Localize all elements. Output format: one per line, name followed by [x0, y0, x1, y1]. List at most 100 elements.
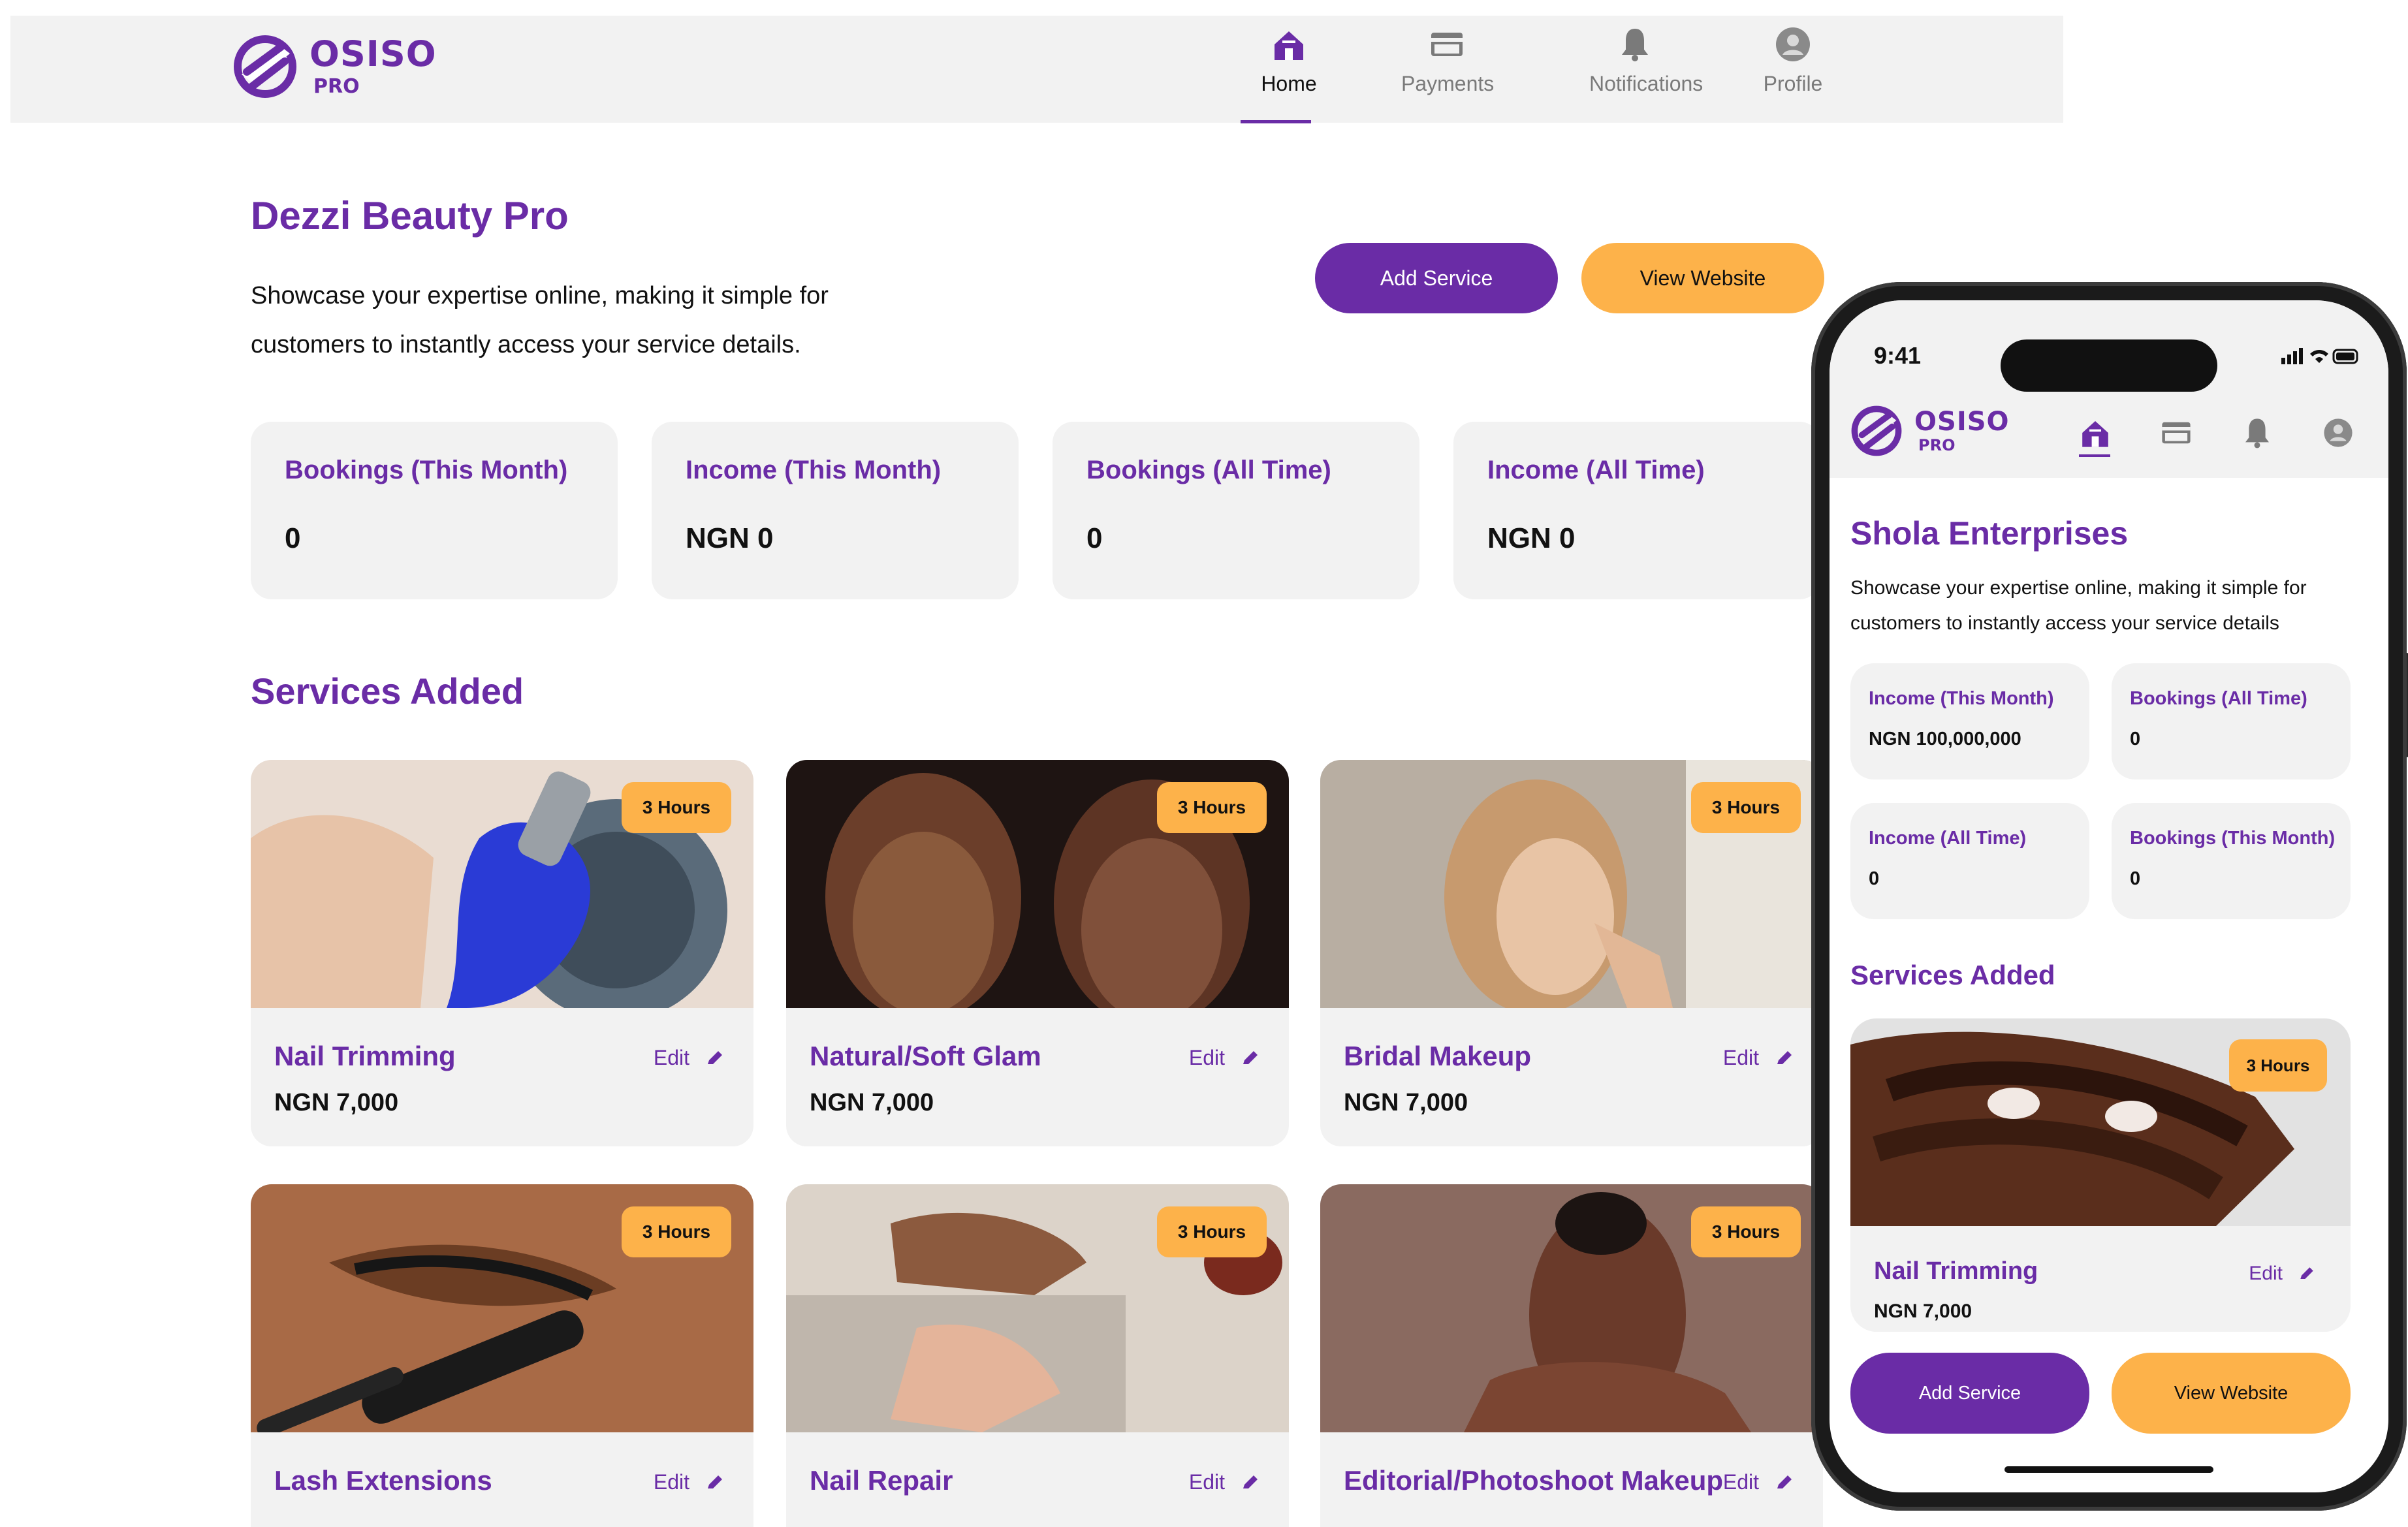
stat-value: NGN 0	[1487, 522, 1576, 554]
duration-badge: 3 Hours	[1691, 782, 1801, 833]
status-time: 9:41	[1874, 342, 1922, 369]
duration-badge: 3 Hours	[2229, 1039, 2327, 1092]
mobile-page-title: Shola Enterprises	[1850, 515, 2129, 552]
mobile-view-website-button[interactable]: View Website	[2112, 1353, 2351, 1434]
brand-name: OSISO	[1914, 407, 2010, 437]
osiso-logo-icon	[234, 35, 296, 98]
phone-frame: 9:41 OSISO PRO Shola Enterprises Showcas…	[1811, 282, 2407, 1511]
active-tab-indicator	[2079, 454, 2110, 457]
nav-home-label: Home	[1261, 72, 1317, 95]
service-name: Bridal Makeup	[1344, 1041, 1532, 1071]
edit-service-button[interactable]: Edit	[654, 1470, 726, 1494]
nav-profile[interactable]: Profile	[1747, 25, 1839, 96]
description-line: Showcase your expertise online, making i…	[251, 282, 829, 309]
pencil-icon	[708, 1475, 722, 1488]
nav-notifications-label: Notifications	[1589, 72, 1703, 95]
service-card[interactable]: 3 Hours Lash Extensions Edit	[251, 1184, 753, 1527]
stat-label: Bookings (All Time)	[2130, 688, 2307, 709]
service-card[interactable]: 3 Hours Nail Trimming NGN 7,000 Edit	[251, 760, 753, 1146]
pencil-icon	[1243, 1475, 1258, 1488]
stat-value: 0	[1869, 868, 1880, 889]
status-icons	[2281, 348, 2358, 364]
brand-logo[interactable]: OSISO PRO	[232, 34, 437, 99]
phone-screen: 9:41 OSISO PRO Shola Enterprises Showcas…	[1830, 300, 2388, 1492]
osiso-logo-icon	[1851, 405, 1902, 456]
duration-badge: 3 Hours	[1157, 782, 1267, 833]
mobile-stat-card: Income (This Month) NGN 100,000,000	[1850, 663, 2089, 779]
stat-label: Bookings (This Month)	[2130, 828, 2336, 849]
service-name: Editorial/Photoshoot Makeup	[1344, 1465, 1724, 1496]
home-indicator	[2004, 1466, 2213, 1473]
stat-value: 0	[1086, 522, 1103, 554]
edit-label: Edit	[1722, 1470, 1759, 1494]
service-price: NGN 7,000	[1874, 1300, 1972, 1322]
view-website-button[interactable]: View Website	[1581, 243, 1824, 313]
edit-service-button[interactable]: Edit	[1189, 1470, 1261, 1494]
service-card[interactable]: 3 Hours Editorial/Photoshoot Makeup Edit	[1320, 1184, 1823, 1527]
nav-notifications[interactable]: Notifications	[1589, 25, 1703, 96]
edit-label: Edit	[1188, 1470, 1225, 1494]
bell-icon[interactable]	[2240, 415, 2275, 450]
mobile-stat-card: Bookings (This Month) 0	[2112, 803, 2351, 919]
service-name: Nail Trimming	[274, 1041, 456, 1071]
service-name: Nail Repair	[810, 1465, 953, 1496]
nav-payments[interactable]: Payments	[1401, 25, 1495, 96]
brand-sub: PRO	[1918, 436, 1956, 454]
stat-value: 0	[2130, 729, 2141, 749]
duration-badge: 3 Hours	[622, 1206, 731, 1257]
stat-label: Income (This Month)	[1869, 688, 2054, 709]
service-card[interactable]: 3 Hours Natural/Soft Glam NGN 7,000 Edit	[786, 760, 1289, 1146]
edit-service-button[interactable]: Edit	[1189, 1046, 1261, 1070]
stat-card: Bookings (This Month) 0	[251, 422, 618, 599]
mobile-add-service-button[interactable]: Add Service	[1850, 1353, 2089, 1434]
edit-label: Edit	[653, 1046, 689, 1069]
duration-badge: 3 Hours	[1157, 1206, 1267, 1257]
page-title: Dezzi Beauty Pro	[251, 194, 569, 238]
stat-value: NGN 0	[686, 522, 774, 554]
mobile-brand-logo[interactable]: OSISO PRO	[1850, 405, 2010, 457]
duration-badge: 3 Hours	[1691, 1206, 1801, 1257]
brand-sub: PRO	[313, 75, 360, 98]
mobile-stat-card: Bookings (All Time) 0	[2112, 663, 2351, 779]
pencil-icon	[1777, 1050, 1792, 1064]
nav-profile-label: Profile	[1763, 72, 1823, 95]
pencil-icon	[1243, 1050, 1258, 1064]
home-icon[interactable]	[2078, 415, 2113, 450]
description-line: Showcase your expertise online, making i…	[1850, 577, 2307, 599]
stat-card: Income (This Month) NGN 0	[652, 422, 1019, 599]
stat-label: Income (All Time)	[1487, 456, 1705, 484]
edit-service-button[interactable]: Edit	[654, 1046, 726, 1070]
nav-payments-label: Payments	[1401, 72, 1495, 95]
edit-label: Edit	[1188, 1046, 1225, 1069]
pencil-icon	[2300, 1267, 2313, 1279]
service-price: NGN 7,000	[810, 1089, 934, 1116]
edit-service-button[interactable]: Edit	[1723, 1046, 1796, 1070]
dynamic-island	[2001, 339, 2217, 392]
description-line: customers to instantly access your servi…	[1850, 612, 2279, 634]
card-icon[interactable]	[2159, 415, 2194, 450]
stat-label: Income (This Month)	[686, 456, 942, 484]
add-service-button[interactable]: Add Service	[1315, 243, 1558, 313]
user-icon[interactable]	[2321, 415, 2356, 450]
stat-card: Bookings (All Time) 0	[1053, 422, 1419, 599]
stat-label: Bookings (This Month)	[285, 456, 568, 484]
edit-service-button[interactable]: Edit	[2249, 1263, 2317, 1285]
service-name: Natural/Soft Glam	[810, 1041, 1041, 1071]
service-card[interactable]: 3 Hours Nail Repair Edit	[786, 1184, 1289, 1527]
service-name: Lash Extensions	[274, 1465, 492, 1496]
pencil-icon	[708, 1050, 722, 1064]
mobile-page-description: Showcase your expertise online, making i…	[1850, 571, 2373, 641]
edit-label: Edit	[2249, 1263, 2283, 1284]
nav-home[interactable]: Home	[1241, 25, 1335, 123]
mobile-service-card[interactable]: 3 Hours Nail Trimming NGN 7,000 Edit	[1850, 1018, 2351, 1332]
description-line: customers to instantly access your servi…	[251, 331, 801, 358]
edit-label: Edit	[653, 1470, 689, 1494]
service-price: NGN 7,000	[1344, 1089, 1468, 1116]
services-section-title: Services Added	[251, 670, 524, 712]
service-card[interactable]: 3 Hours Bridal Makeup NGN 7,000 Edit	[1320, 760, 1823, 1146]
home-icon	[1275, 31, 1303, 60]
brand-name: OSISO	[309, 33, 437, 74]
stat-label: Bookings (All Time)	[1086, 456, 1331, 484]
edit-service-button[interactable]: Edit	[1723, 1470, 1796, 1494]
stat-card: Income (All Time) NGN 0	[1453, 422, 1820, 599]
